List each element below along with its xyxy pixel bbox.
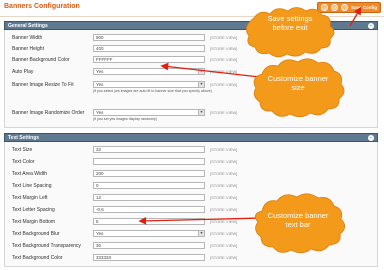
callout-save-text: Save settings before exit	[267, 14, 313, 32]
form-row: Banner Image Randomize Order Yes ▼ [STOR…	[5, 108, 377, 117]
select-value: Yes	[96, 231, 104, 236]
reset-icon[interactable]: ↺	[330, 4, 338, 11]
scope-label: [STORE VIEW]	[210, 147, 238, 152]
save-config-button[interactable]: Save Config	[351, 5, 377, 10]
header-actions: ◂ ↺ ✓ Save Config	[316, 2, 381, 13]
back-icon[interactable]: ◂	[320, 4, 328, 11]
resize-to-fit-select[interactable]: Yes ▼	[93, 81, 205, 88]
select-value: Yes	[96, 110, 104, 115]
scope-label: [STORE VIEW]	[210, 219, 238, 224]
scope-label: [STORE VIEW]	[210, 255, 238, 260]
text-settings-header[interactable]: Text Settings −	[4, 133, 378, 142]
form-row: Text Background Transparency 30 [STORE V…	[5, 241, 377, 250]
scope-label: [STORE VIEW]	[210, 171, 238, 176]
form-row: Text Size 32 [STORE VIEW]	[5, 145, 377, 154]
field-label: Text Background Color	[12, 255, 63, 261]
form-row: Banner Width 900 [STORE VIEW]	[5, 33, 377, 42]
text-size-input[interactable]: 32	[93, 146, 205, 153]
field-label: Text Color	[12, 159, 35, 165]
field-label: Banner Height	[12, 46, 44, 52]
form-row: Text Line Spacing 0 [STORE VIEW]	[5, 181, 377, 190]
text-background-color-input[interactable]: 333333	[93, 254, 205, 261]
collapse-icon[interactable]: −	[368, 135, 374, 141]
banner-height-input[interactable]: 400	[93, 45, 205, 52]
field-label: Text Line Spacing	[12, 183, 52, 189]
randomize-order-select[interactable]: Yes ▼	[93, 109, 205, 116]
text-letter-spacing-input[interactable]: -0.5	[93, 206, 205, 213]
field-label: Banner Width	[12, 35, 43, 41]
field-label: Text Margin Bottom	[12, 219, 56, 225]
save-icon: ✓	[340, 4, 348, 11]
scope-label: [STORE VIEW]	[210, 159, 238, 164]
form-row: Text Area Width 200 [STORE VIEW]	[5, 169, 377, 178]
scope-label: [STORE VIEW]	[210, 35, 238, 40]
chevron-down-icon[interactable]: ▼	[198, 110, 204, 115]
form-row: Text Background Color 333333 [STORE VIEW…	[5, 253, 377, 262]
scope-label: [STORE VIEW]	[210, 195, 238, 200]
scope-label: [STORE VIEW]	[210, 82, 238, 87]
chevron-down-icon[interactable]: ▼	[198, 231, 204, 236]
text-color-input[interactable]	[93, 158, 205, 165]
banner-width-input[interactable]: 900	[93, 34, 205, 41]
form-row: Banner Background Color FFFFFF [STORE VI…	[5, 55, 377, 64]
text-area-width-input[interactable]: 200	[93, 170, 205, 177]
scope-label: [STORE VIEW]	[210, 231, 238, 236]
field-label: Text Background Blur	[12, 231, 60, 237]
scope-label: [STORE VIEW]	[210, 57, 238, 62]
collapse-icon[interactable]: −	[368, 23, 374, 29]
field-label: Banner Image Randomize Order	[12, 110, 85, 116]
section-title: General Settings	[8, 23, 48, 29]
field-label: Text Letter Spacing	[12, 207, 55, 213]
select-value: Yes	[96, 82, 104, 87]
background-color-input[interactable]: FFFFFF	[93, 56, 205, 63]
text-line-spacing-input[interactable]: 0	[93, 182, 205, 189]
form-row: Banner Height 400 [STORE VIEW]	[5, 44, 377, 53]
text-margin-bottom-input[interactable]: 5	[93, 218, 205, 225]
scope-label: [STORE VIEW]	[210, 207, 238, 212]
text-background-transparency-input[interactable]: 30	[93, 242, 205, 249]
field-hint: (if you select yes images are auto fit t…	[93, 89, 212, 93]
field-label: Text Size	[12, 147, 33, 153]
text-background-blur-select[interactable]: Yes ▼	[93, 230, 205, 237]
field-label: Banner Image Resize To Fit	[12, 82, 74, 88]
scope-label: [STORE VIEW]	[210, 46, 238, 51]
field-label: Banner Background Color	[12, 57, 70, 63]
field-label: Text Area Width	[12, 171, 48, 177]
field-label: Auto Play	[12, 69, 34, 75]
section-title: Text Settings	[8, 135, 40, 141]
page-title: Banners Configuration	[4, 3, 80, 10]
chevron-down-icon[interactable]: ▼	[198, 69, 204, 74]
field-hint: (if you set yes images display randomly)	[93, 117, 157, 121]
text-margin-left-input[interactable]: 12	[93, 194, 205, 201]
page-header: Banners Configuration ◂ ↺ ✓ Save Config	[0, 0, 384, 17]
form-row: Text Background Blur Yes ▼ [STORE VIEW]	[5, 229, 377, 238]
callout-textbar-text: Customize banner text bar	[267, 211, 329, 229]
text-settings-body: Text Size 32 [STORE VIEW] Text Color [ST…	[4, 142, 378, 267]
select-value: Yes	[96, 69, 104, 74]
chevron-down-icon[interactable]: ▼	[198, 82, 204, 87]
auto-play-select[interactable]: Yes ▼	[93, 68, 205, 75]
scope-label: [STORE VIEW]	[210, 183, 238, 188]
field-label: Text Background Transparency	[12, 243, 81, 249]
callout-banner-text: Customize banner size	[267, 74, 329, 92]
form-row: Text Color [STORE VIEW]	[5, 157, 377, 166]
scope-label: [STORE VIEW]	[210, 243, 238, 248]
field-label: Text Margin Left	[12, 195, 48, 201]
scope-label: [STORE VIEW]	[210, 69, 238, 74]
scope-label: [STORE VIEW]	[210, 110, 238, 115]
form-row: Text Margin Left 12 [STORE VIEW]	[5, 193, 377, 202]
